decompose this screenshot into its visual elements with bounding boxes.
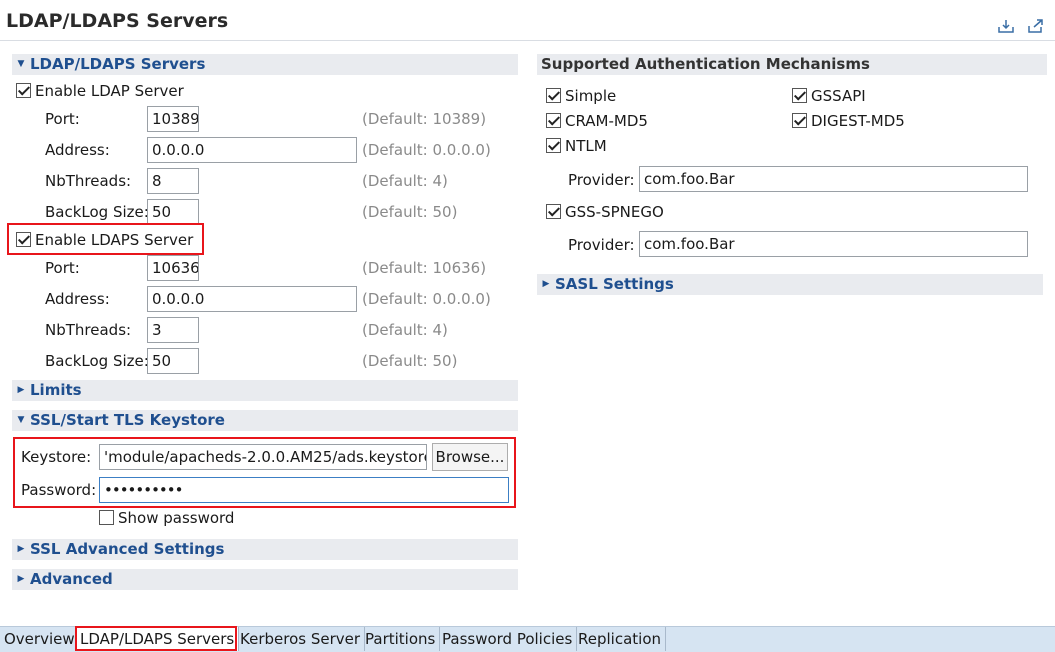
ldap-threads-default: (Default: 4) [362, 172, 448, 190]
enable-ldaps-checkbox[interactable]: Enable LDAPS Server [16, 230, 193, 250]
ldaps-backlog-default: (Default: 50) [362, 352, 458, 370]
ntlm-label: NTLM [565, 137, 607, 155]
gssapi-label: GSSAPI [811, 87, 866, 105]
triangle-right-icon: ▶ [17, 574, 25, 584]
gss-spnego-checkbox[interactable]: GSS-SPNEGO [546, 202, 664, 222]
ldap-port-default: (Default: 10389) [362, 110, 487, 128]
ldaps-threads-default: (Default: 4) [362, 321, 448, 339]
section-sasl-title: SASL Settings [555, 275, 674, 293]
ldap-address-default: (Default: 0.0.0.0) [362, 141, 491, 159]
simple-label: Simple [565, 87, 617, 105]
password-input[interactable]: •••••••••• [99, 477, 509, 503]
ldaps-threads-input[interactable]: 3 [147, 317, 199, 343]
ldap-address-input[interactable]: 0.0.0.0 [147, 137, 357, 163]
section-advanced-header[interactable]: ▶ Advanced [12, 569, 518, 590]
keystore-input[interactable]: 'module/apacheds-2.0.0.AM25/ads.keystore [99, 444, 427, 470]
ldap-threads-label: NbThreads: [45, 172, 132, 190]
checkbox-box[interactable] [16, 232, 31, 247]
triangle-down-icon: ▼ [17, 415, 25, 425]
section-ldap-servers-header[interactable]: ▼ LDAP/LDAPS Servers [12, 54, 518, 75]
open-external-icon[interactable] [1027, 18, 1045, 34]
section-limits-title: Limits [30, 381, 82, 399]
gss-provider-label: Provider: [568, 236, 635, 254]
checkbox-box[interactable] [546, 138, 561, 153]
password-label: Password: [21, 481, 97, 499]
checkbox-box[interactable] [792, 88, 807, 103]
ldaps-backlog-input[interactable]: 50 [147, 348, 199, 374]
ldaps-port-input[interactable]: 10636 [147, 255, 199, 281]
gss-provider-input[interactable]: com.foo.Bar [639, 231, 1028, 257]
ldaps-address-default: (Default: 0.0.0.0) [362, 290, 491, 308]
ldap-backlog-label: BackLog Size: [45, 203, 149, 221]
triangle-down-icon: ▼ [17, 59, 25, 69]
tab-password-policies[interactable]: Password Policies [438, 627, 578, 651]
simple-checkbox[interactable]: Simple [546, 86, 616, 106]
triangle-right-icon: ▶ [17, 544, 25, 554]
ldap-backlog-default: (Default: 50) [362, 203, 458, 221]
ldap-port-input[interactable]: 10389 [147, 106, 199, 132]
ntlm-checkbox[interactable]: NTLM [546, 136, 607, 156]
ldaps-port-label: Port: [45, 259, 80, 277]
checkbox-box[interactable] [99, 510, 114, 525]
section-auth-mechanisms-header: Supported Authentication Mechanisms [537, 54, 1047, 75]
digest-md5-label: DIGEST-MD5 [811, 112, 905, 130]
checkbox-box[interactable] [546, 88, 561, 103]
enable-ldaps-label: Enable LDAPS Server [35, 231, 194, 249]
section-ssl-keystore-header[interactable]: ▼ SSL/Start TLS Keystore [12, 410, 518, 431]
ldap-address-label: Address: [45, 141, 110, 159]
triangle-right-icon: ▶ [17, 385, 25, 395]
tab-kerberos-server[interactable]: Kerberos Server [236, 627, 366, 651]
ldaps-backlog-label: BackLog Size: [45, 352, 149, 370]
show-password-checkbox[interactable]: Show password [99, 508, 234, 528]
checkbox-box[interactable] [16, 83, 31, 98]
ntlm-provider-label: Provider: [568, 171, 635, 189]
gss-spnego-label: GSS-SPNEGO [565, 203, 664, 221]
section-ssl-advanced-header[interactable]: ▶ SSL Advanced Settings [12, 539, 518, 560]
ldap-port-label: Port: [45, 110, 80, 128]
cram-md5-label: CRAM-MD5 [565, 112, 648, 130]
cram-md5-checkbox[interactable]: CRAM-MD5 [546, 111, 648, 131]
highlight-active-tab [75, 626, 237, 651]
gssapi-checkbox[interactable]: GSSAPI [792, 86, 866, 106]
show-password-label: Show password [118, 509, 235, 527]
ntlm-provider-input[interactable]: com.foo.Bar [639, 166, 1028, 192]
enable-ldap-label: Enable LDAP Server [35, 82, 184, 100]
ldap-threads-input[interactable]: 8 [147, 168, 199, 194]
ldaps-address-label: Address: [45, 290, 110, 308]
checkbox-box[interactable] [792, 113, 807, 128]
section-ldap-servers-title: LDAP/LDAPS Servers [30, 55, 206, 73]
ldap-backlog-input[interactable]: 50 [147, 199, 199, 225]
tab-partitions[interactable]: Partitions [361, 627, 441, 651]
page-title: LDAP/LDAPS Servers [6, 10, 229, 32]
tab-replication[interactable]: Replication [574, 627, 667, 651]
section-ssl-advanced-title: SSL Advanced Settings [30, 540, 225, 558]
checkbox-box[interactable] [546, 204, 561, 219]
triangle-right-icon: ▶ [542, 279, 550, 289]
ldaps-address-input[interactable]: 0.0.0.0 [147, 286, 357, 312]
section-advanced-title: Advanced [30, 570, 113, 588]
ldaps-port-default: (Default: 10636) [362, 259, 487, 277]
tab-overview[interactable]: Overview [0, 627, 80, 651]
enable-ldap-checkbox[interactable]: Enable LDAP Server [16, 81, 184, 101]
browse-button[interactable]: Browse... [432, 443, 508, 471]
title-separator [0, 40, 1055, 41]
section-ssl-keystore-title: SSL/Start TLS Keystore [30, 411, 225, 429]
save-to-disk-icon[interactable] [997, 18, 1015, 34]
keystore-label: Keystore: [21, 448, 92, 466]
section-sasl-header[interactable]: ▶ SASL Settings [537, 274, 1043, 295]
digest-md5-checkbox[interactable]: DIGEST-MD5 [792, 111, 905, 131]
section-limits-header[interactable]: ▶ Limits [12, 380, 518, 401]
checkbox-box[interactable] [546, 113, 561, 128]
ldaps-threads-label: NbThreads: [45, 321, 132, 339]
